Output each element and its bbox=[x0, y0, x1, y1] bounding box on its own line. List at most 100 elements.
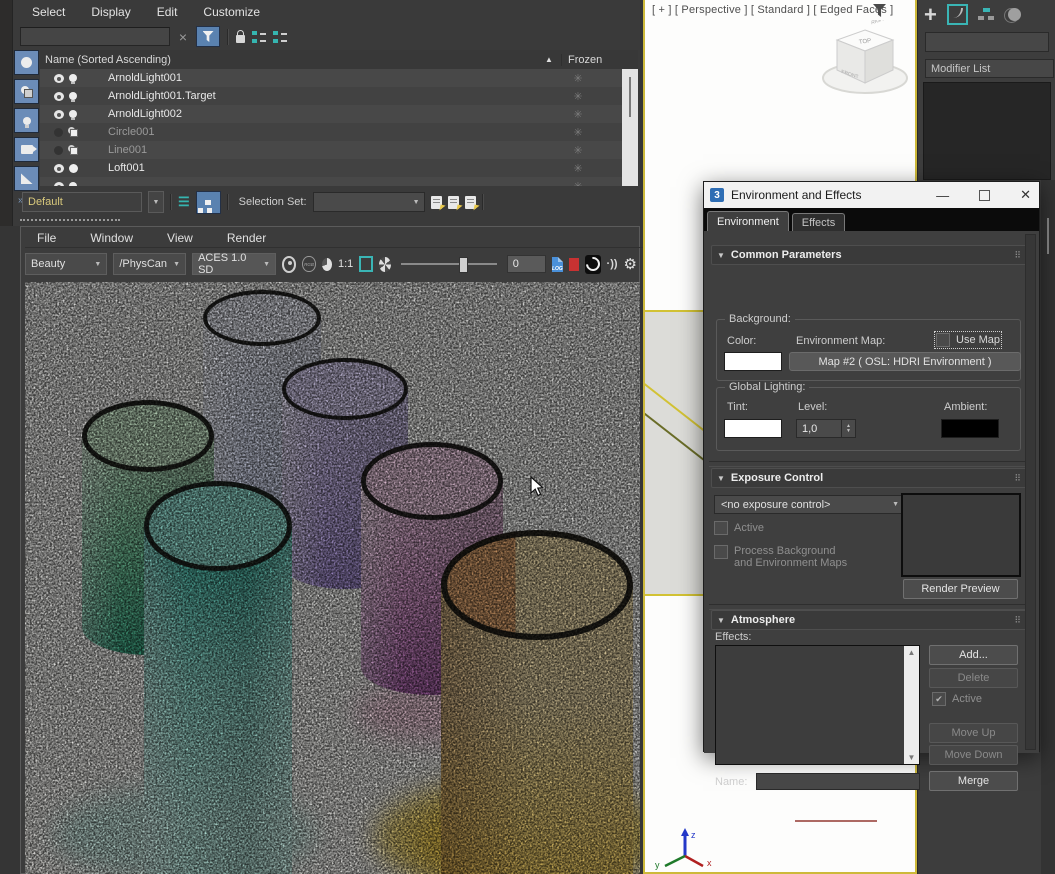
motion-tab-icon[interactable] bbox=[1003, 7, 1022, 23]
delete-effect-button[interactable]: Delete bbox=[929, 668, 1018, 688]
frame-number-field[interactable]: 0 bbox=[506, 255, 546, 273]
visibility-eye-icon[interactable] bbox=[54, 91, 64, 101]
list-item[interactable]: ArnoldLight001 ✳ bbox=[40, 69, 622, 87]
rollout-header[interactable]: ▼ Exposure Control ⠿ bbox=[711, 468, 1027, 488]
menu-select[interactable]: Select bbox=[32, 5, 65, 19]
stop-render-icon[interactable] bbox=[568, 257, 580, 271]
tab-effects[interactable]: Effects bbox=[791, 213, 846, 231]
dock-grip[interactable] bbox=[20, 219, 120, 224]
log-icon[interactable]: LOG bbox=[551, 256, 564, 272]
edit-set-icon[interactable] bbox=[464, 195, 476, 209]
exposure-control-dropdown[interactable]: <no exposure control> ▼ bbox=[714, 495, 906, 514]
effects-list-scrollbar[interactable]: ▲ ▼ bbox=[904, 646, 919, 764]
visibility-eye-icon[interactable] bbox=[54, 181, 64, 186]
sync-selection-icon[interactable] bbox=[252, 30, 266, 43]
checkbox-box[interactable]: ✔ bbox=[932, 692, 946, 706]
effects-list[interactable]: ▲ ▼ bbox=[715, 645, 920, 765]
column-name[interactable]: Name (Sorted Ascending) bbox=[40, 54, 545, 66]
minimize-button[interactable]: — bbox=[936, 188, 949, 203]
menu-display[interactable]: Display bbox=[91, 5, 130, 19]
search-input[interactable] bbox=[20, 27, 170, 46]
spinner-arrows-icon[interactable]: ▲ ▼ bbox=[841, 420, 855, 437]
visibility-eye-icon[interactable] bbox=[54, 163, 64, 173]
display-lights-toggle[interactable] bbox=[14, 108, 39, 133]
list-scrollbar[interactable] bbox=[622, 69, 638, 186]
viewport-label[interactable]: [ + ] [ Perspective ] [ Standard ] [ Edg… bbox=[652, 4, 893, 16]
render-preview-button[interactable]: Render Preview bbox=[903, 579, 1018, 599]
scrollbar-thumb[interactable] bbox=[629, 77, 631, 117]
list-item[interactable]: ArnoldLight002 ✳ bbox=[40, 105, 622, 123]
settings-gear-icon[interactable]: ⚙ bbox=[624, 255, 637, 273]
clear-search-icon[interactable]: × bbox=[177, 29, 189, 45]
menu-file[interactable]: File bbox=[37, 231, 56, 245]
effect-name-input[interactable] bbox=[756, 773, 920, 790]
list-item[interactable]: Circle001 ✳ bbox=[40, 123, 622, 141]
menu-window[interactable]: Window bbox=[90, 231, 133, 245]
rollout-grip-icon[interactable]: ⠿ bbox=[1014, 615, 1021, 626]
object-name-field[interactable] bbox=[925, 32, 1049, 52]
hidden-dot-icon[interactable] bbox=[54, 127, 63, 137]
level-spinner[interactable]: 1,0 ▲ ▼ bbox=[796, 419, 856, 438]
list-item[interactable]: Loft001 ✳ bbox=[40, 159, 622, 177]
frozen-snowflake-icon[interactable]: ✳ bbox=[538, 144, 618, 157]
zoom-ratio-label[interactable]: 1:1 bbox=[338, 258, 353, 270]
close-button[interactable]: ✕ bbox=[1020, 187, 1031, 203]
menu-customize[interactable]: Customize bbox=[203, 5, 260, 19]
use-map-checkbox[interactable]: Use Map bbox=[933, 331, 1003, 349]
menu-view[interactable]: View bbox=[167, 231, 193, 245]
pick-parent-icon[interactable] bbox=[273, 30, 287, 43]
frozen-snowflake-icon[interactable]: ✳ bbox=[538, 180, 618, 187]
checkbox-box[interactable] bbox=[936, 333, 950, 347]
environment-map-button[interactable]: Map #2 ( OSL: HDRI Environment ) bbox=[789, 352, 1021, 371]
list-item-partial[interactable]: ✳ bbox=[40, 177, 622, 186]
layers-icon[interactable]: ☰ bbox=[178, 195, 190, 208]
level-value[interactable]: 1,0 bbox=[797, 423, 841, 435]
tab-environment[interactable]: Environment bbox=[707, 211, 789, 231]
frozen-snowflake-icon[interactable]: ✳ bbox=[538, 72, 618, 85]
filter-button[interactable] bbox=[196, 26, 220, 47]
process-background-checkbox[interactable]: Process Background and Environment Maps bbox=[714, 545, 847, 569]
tint-color-swatch[interactable] bbox=[724, 419, 782, 438]
selected-loft-object[interactable] bbox=[645, 310, 703, 596]
add-to-set-icon[interactable] bbox=[447, 195, 459, 209]
frozen-snowflake-icon[interactable]: ✳ bbox=[538, 162, 618, 175]
hierarchy-view-button[interactable] bbox=[195, 190, 221, 214]
dialog-scrollbar[interactable] bbox=[1025, 234, 1036, 750]
frozen-snowflake-icon[interactable]: ✳ bbox=[538, 126, 618, 139]
modifier-stack[interactable] bbox=[923, 82, 1051, 180]
render-region-icon[interactable] bbox=[282, 255, 297, 273]
display-cameras-toggle[interactable] bbox=[14, 137, 39, 162]
create-tab-icon[interactable]: + bbox=[924, 3, 937, 25]
camera-dropdown[interactable]: /PhysCan ▼ bbox=[113, 253, 187, 275]
layer-preset-dropdown[interactable]: Default bbox=[22, 192, 142, 212]
rollout-header[interactable]: ▼ Atmosphere ⠿ bbox=[711, 610, 1027, 630]
frozen-snowflake-icon[interactable]: ✳ bbox=[538, 90, 618, 103]
move-down-button[interactable]: Move Down bbox=[929, 745, 1018, 765]
move-up-button[interactable]: Move Up bbox=[929, 723, 1018, 743]
visibility-eye-icon[interactable] bbox=[54, 109, 64, 119]
slider-thumb[interactable] bbox=[458, 257, 468, 273]
alpha-channel-icon[interactable] bbox=[321, 257, 332, 271]
visibility-eye-icon[interactable] bbox=[54, 73, 64, 83]
add-effect-button[interactable]: Add... bbox=[929, 645, 1018, 665]
hierarchy-tab-icon[interactable] bbox=[977, 8, 994, 21]
checkbox-box[interactable] bbox=[714, 521, 728, 535]
selection-set-dropdown[interactable]: ▼ bbox=[312, 192, 425, 212]
menu-edit[interactable]: Edit bbox=[157, 5, 178, 19]
layer-preset-caret[interactable]: ▼ bbox=[148, 191, 164, 213]
list-header[interactable]: Name (Sorted Ascending) ▲ Frozen bbox=[40, 50, 638, 70]
exposure-slider[interactable] bbox=[400, 257, 497, 273]
column-frozen[interactable]: Frozen bbox=[561, 53, 628, 66]
dialog-titlebar[interactable]: 3 Environment and Effects — ✕ bbox=[704, 182, 1039, 208]
colorspace-dropdown[interactable]: ACES 1.0 SD ▼ bbox=[192, 252, 277, 276]
atmosphere-active-checkbox[interactable]: ✔ Active bbox=[932, 692, 982, 706]
modifier-list-dropdown[interactable]: Modifier List bbox=[925, 59, 1054, 78]
safe-frame-icon[interactable] bbox=[359, 256, 373, 272]
panel-scroll-thumb[interactable] bbox=[1047, 218, 1049, 254]
checkbox-box[interactable] bbox=[714, 545, 728, 559]
maximize-button[interactable] bbox=[979, 189, 991, 201]
merge-button[interactable]: Merge bbox=[929, 771, 1018, 791]
aov-dropdown[interactable]: Beauty ▼ bbox=[25, 253, 108, 275]
frozen-snowflake-icon[interactable]: ✳ bbox=[538, 108, 618, 121]
render-setup-icon[interactable] bbox=[378, 256, 391, 272]
